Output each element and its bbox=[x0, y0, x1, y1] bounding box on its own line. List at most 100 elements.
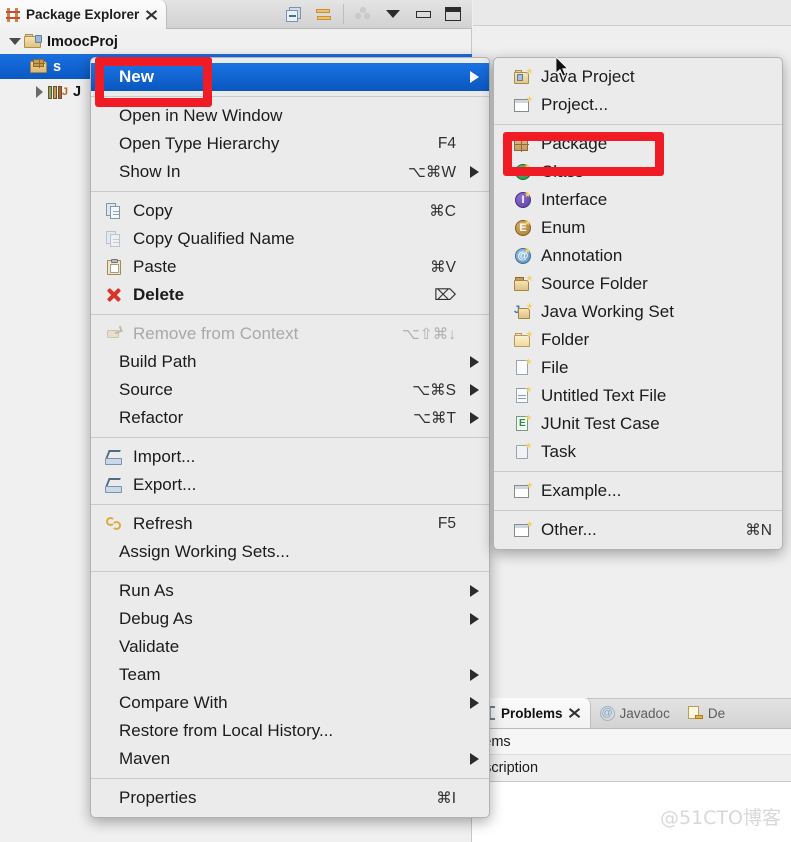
close-icon[interactable] bbox=[568, 707, 581, 720]
menu-item-refactor[interactable]: Refactor ⌥⌘T bbox=[91, 404, 489, 432]
java-project-icon bbox=[512, 67, 534, 85]
tab-label: Problems bbox=[501, 705, 563, 721]
tree-item-label: s bbox=[53, 58, 62, 75]
submenu-item-label: Source Folder bbox=[541, 274, 648, 293]
submenu-item-label: JUnit Test Case bbox=[541, 414, 660, 433]
close-icon[interactable] bbox=[145, 8, 158, 21]
menu-item-label: Assign Working Sets... bbox=[119, 542, 290, 561]
menu-item-import[interactable]: Import... bbox=[91, 443, 489, 471]
focus-on-active-task-button[interactable] bbox=[348, 1, 378, 27]
submenu-item-task[interactable]: Task bbox=[494, 438, 782, 466]
java-working-set-icon: J bbox=[512, 302, 534, 320]
menu-item-build-path[interactable]: Build Path bbox=[91, 348, 489, 376]
submenu-item-label: Folder bbox=[541, 330, 590, 349]
javadoc-icon: @ bbox=[599, 705, 615, 721]
submenu-arrow-icon bbox=[470, 669, 479, 681]
menu-item-accel: F5 bbox=[437, 515, 456, 532]
submenu-separator bbox=[494, 510, 782, 511]
submenu-item-file[interactable]: File bbox=[494, 354, 782, 382]
context-menu: New Open in New Window Open Type Hierarc… bbox=[90, 57, 490, 818]
tab-label: Package Explorer bbox=[26, 7, 140, 22]
submenu-item-class[interactable]: C Class bbox=[494, 158, 782, 186]
menu-item-debug-as[interactable]: Debug As bbox=[91, 605, 489, 633]
submenu-arrow-icon bbox=[470, 166, 479, 178]
submenu-arrow-icon bbox=[470, 356, 479, 368]
submenu-item-source-folder[interactable]: Source Folder bbox=[494, 270, 782, 298]
submenu-arrow-placeholder bbox=[470, 138, 479, 150]
menu-item-refresh[interactable]: Refresh F5 bbox=[91, 510, 489, 538]
menu-item-open-in-new-window[interactable]: Open in New Window bbox=[91, 102, 489, 130]
explorer-toolbar bbox=[279, 0, 468, 28]
chevron-down-icon bbox=[386, 10, 400, 18]
menu-item-delete[interactable]: Delete ⌦ bbox=[91, 281, 489, 309]
menu-item-validate[interactable]: Validate bbox=[91, 633, 489, 661]
menu-item-team[interactable]: Team bbox=[91, 661, 489, 689]
menu-item-maven[interactable]: Maven bbox=[91, 745, 489, 773]
column-header-description[interactable]: escription bbox=[472, 755, 791, 782]
submenu-item-accel: ⌘N bbox=[745, 521, 772, 539]
twisty-expanded-icon[interactable] bbox=[6, 38, 24, 45]
menu-item-compare-with[interactable]: Compare With bbox=[91, 689, 489, 717]
menu-item-label: Refresh bbox=[133, 514, 193, 533]
twisty-collapsed-icon[interactable] bbox=[30, 85, 48, 98]
menu-separator bbox=[91, 437, 489, 438]
tab-javadoc[interactable]: @ Javadoc bbox=[591, 698, 679, 728]
submenu-arrow-icon bbox=[470, 697, 479, 709]
submenu-item-other[interactable]: Other... ⌘N bbox=[494, 516, 782, 544]
submenu-item-java-working-set[interactable]: J Java Working Set bbox=[494, 298, 782, 326]
submenu-item-label: Interface bbox=[541, 190, 608, 209]
submenu-item-java-project[interactable]: Java Project bbox=[494, 63, 782, 91]
submenu-item-package[interactable]: Package bbox=[494, 130, 782, 158]
menu-item-source[interactable]: Source ⌥⌘S bbox=[91, 376, 489, 404]
link-with-editor-button[interactable] bbox=[309, 1, 339, 27]
submenu-item-example[interactable]: Example... bbox=[494, 477, 782, 505]
menu-item-copy-qualified-name[interactable]: Copy Qualified Name bbox=[91, 225, 489, 253]
submenu-item-untitled-text-file[interactable]: Untitled Text File bbox=[494, 382, 782, 410]
submenu-arrow-placeholder bbox=[470, 205, 479, 217]
menu-item-label: Export... bbox=[133, 475, 197, 494]
menu-item-properties[interactable]: Properties ⌘I bbox=[91, 784, 489, 812]
minimize-button[interactable] bbox=[408, 1, 438, 27]
view-menu-button[interactable] bbox=[378, 1, 408, 27]
menu-item-label: Team bbox=[119, 665, 161, 684]
export-icon bbox=[103, 477, 125, 493]
menu-item-show-in[interactable]: Show In ⌥⌘W bbox=[91, 158, 489, 186]
maximize-button[interactable] bbox=[438, 1, 468, 27]
submenu-separator bbox=[494, 124, 782, 125]
tree-item-project[interactable]: ImoocProj bbox=[0, 29, 472, 54]
menu-item-accel: ⌘I bbox=[436, 789, 456, 807]
menu-item-run-as[interactable]: Run As bbox=[91, 577, 489, 605]
menu-item-new[interactable]: New bbox=[91, 63, 489, 91]
menu-item-label: Import... bbox=[133, 447, 196, 466]
submenu-item-annotation[interactable]: @ Annotation bbox=[494, 242, 782, 270]
collapse-all-button[interactable] bbox=[279, 1, 309, 27]
submenu-item-label: Task bbox=[541, 442, 576, 461]
submenu-item-enum[interactable]: E Enum bbox=[494, 214, 782, 242]
submenu-item-folder[interactable]: Folder bbox=[494, 326, 782, 354]
tab-declaration[interactable]: De bbox=[679, 698, 734, 728]
submenu-arrow-icon bbox=[470, 412, 479, 424]
submenu-item-interface[interactable]: I Interface bbox=[494, 186, 782, 214]
jre-library-icon: J bbox=[48, 84, 68, 99]
menu-item-label: Validate bbox=[119, 637, 180, 656]
menu-item-label: Open Type Hierarchy bbox=[119, 134, 280, 153]
menu-item-paste[interactable]: Paste ⌘V bbox=[91, 253, 489, 281]
junit-test-case-icon: E bbox=[512, 414, 534, 432]
package-explorer-icon bbox=[6, 7, 20, 22]
submenu-item-label: Enum bbox=[541, 218, 586, 237]
submenu-item-project[interactable]: Project... bbox=[494, 91, 782, 119]
menu-item-label: Debug As bbox=[119, 609, 193, 628]
menu-item-assign-working-sets[interactable]: Assign Working Sets... bbox=[91, 538, 489, 566]
menu-item-label: Properties bbox=[119, 788, 197, 807]
interface-icon: I bbox=[512, 191, 534, 208]
submenu-item-label: Project... bbox=[541, 95, 609, 114]
menu-item-export[interactable]: Export... bbox=[91, 471, 489, 499]
submenu-item-junit-test-case[interactable]: E JUnit Test Case bbox=[494, 410, 782, 438]
menu-item-copy[interactable]: Copy ⌘C bbox=[91, 197, 489, 225]
tab-package-explorer[interactable]: Package Explorer bbox=[0, 0, 168, 29]
menu-item-accel: ⌥⇧⌘↓ bbox=[401, 325, 456, 343]
menu-item-restore-from-local-history[interactable]: Restore from Local History... bbox=[91, 717, 489, 745]
annotation-icon: @ bbox=[512, 247, 534, 264]
menu-item-open-type-hierarchy[interactable]: Open Type Hierarchy F4 bbox=[91, 130, 489, 158]
file-icon bbox=[512, 358, 534, 376]
